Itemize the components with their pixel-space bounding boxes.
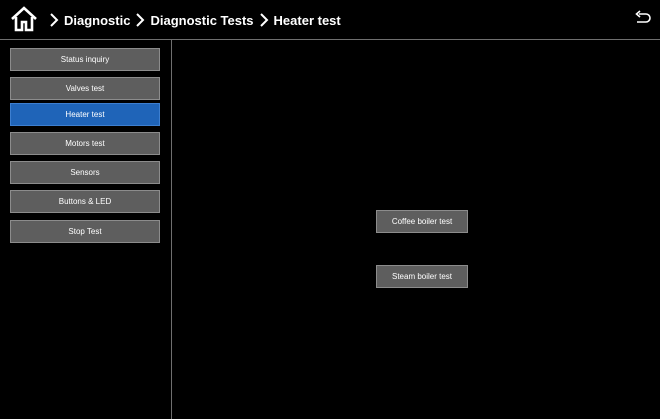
sidebar-item-stop-test[interactable]: Stop Test	[10, 220, 160, 243]
sidebar-item-buttons-led[interactable]: Buttons & LED	[10, 190, 160, 213]
back-arrow-icon[interactable]	[634, 10, 652, 28]
chevron-right-icon	[50, 13, 59, 27]
sidebar: Status inquiry Valves test Heater test M…	[0, 40, 172, 419]
breadcrumb-item-diagnostic-tests[interactable]: Diagnostic Tests	[150, 13, 253, 28]
steam-boiler-test-button[interactable]: Steam boiler test	[376, 265, 468, 288]
breadcrumb: Diagnostic Diagnostic Tests Heater test	[44, 0, 341, 40]
breadcrumb-item-diagnostic[interactable]: Diagnostic	[64, 13, 130, 28]
top-bar: Diagnostic Diagnostic Tests Heater test	[0, 0, 660, 40]
sidebar-item-status-inquiry[interactable]: Status inquiry	[10, 48, 160, 71]
breadcrumb-item-heater-test: Heater test	[273, 12, 341, 28]
chevron-right-icon	[136, 13, 145, 27]
sidebar-item-sensors[interactable]: Sensors	[10, 161, 160, 184]
sidebar-item-valves-test[interactable]: Valves test	[10, 77, 160, 100]
coffee-boiler-test-button[interactable]: Coffee boiler test	[376, 210, 468, 233]
sidebar-item-motors-test[interactable]: Motors test	[10, 132, 160, 155]
sidebar-item-heater-test[interactable]: Heater test	[10, 103, 160, 126]
home-icon[interactable]	[10, 6, 38, 32]
chevron-right-icon	[259, 13, 268, 27]
